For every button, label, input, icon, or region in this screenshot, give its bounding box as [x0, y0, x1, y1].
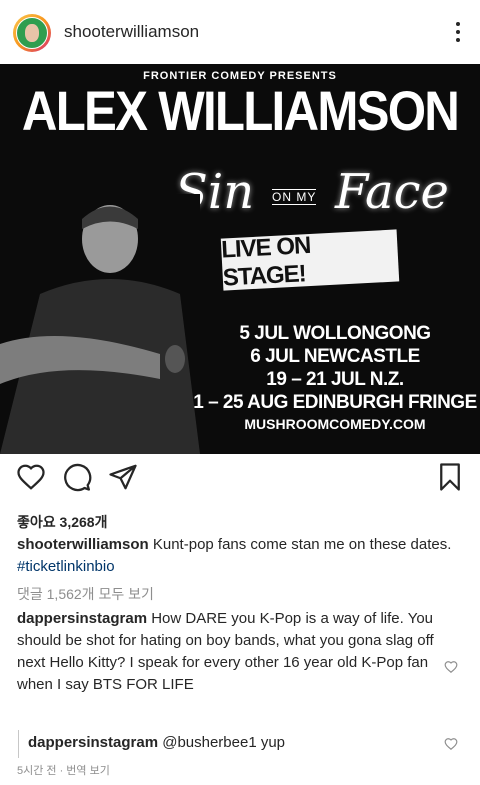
reply-username[interactable]: dappersinstagram [28, 734, 158, 751]
reply-text: @busherbee1 yup [158, 734, 286, 751]
share-icon[interactable] [108, 462, 138, 492]
poster-website: MUSHROOMCOMEDY.COM [244, 416, 426, 432]
more-options-icon[interactable] [456, 22, 462, 46]
caption-hashtag[interactable]: #ticketlinkinbio [17, 558, 115, 575]
live-on-stage-badge: LIVE ON STAGE! [221, 229, 400, 292]
comment-like-heart-icon[interactable] [444, 660, 458, 674]
likes-count[interactable]: 좋아요 3,268개 [17, 512, 107, 532]
post-header: shooterwilliamson [0, 0, 480, 64]
tour-date: 1 – 25 AUG EDINBURGH FRINGE [193, 392, 477, 413]
view-all-comments-link[interactable]: 댓글 1,562개 모두 보기 [17, 584, 154, 604]
comment-username[interactable]: dappersinstagram [17, 610, 147, 627]
post-caption: shooterwilliamson Kunt-pop fans come sta… [17, 534, 462, 578]
poster-script-face: Face [335, 164, 449, 220]
tour-date: 19 – 21 JUL N.Z. [266, 369, 404, 390]
bookmark-icon[interactable] [436, 462, 464, 492]
poster-title: ALEX WILLIAMSON [21, 79, 460, 142]
tour-date: 5 JUL WOLLONGONG [239, 323, 431, 344]
comment: dappersinstagram How DARE you K-Pop is a… [17, 608, 447, 696]
caption-username[interactable]: shooterwilliamson [17, 536, 149, 553]
performer-photo [0, 194, 200, 454]
heart-icon[interactable] [16, 462, 46, 492]
tour-dates: 5 JUL WOLLONGONG 6 JUL NEWCASTLE 19 – 21… [190, 322, 480, 414]
avatar[interactable] [13, 14, 51, 52]
username-link[interactable]: shooterwilliamson [64, 22, 199, 42]
post-image[interactable]: FRONTIER COMEDY PRESENTS ALEX WILLIAMSON… [0, 64, 480, 454]
poster-script-on-my: ON MY [272, 189, 317, 205]
post-timestamp[interactable]: 5시간 전 · 번역 보기 [17, 762, 110, 778]
reply-thread-line [18, 730, 19, 758]
action-bar [0, 454, 480, 506]
comment-icon[interactable] [62, 462, 92, 492]
reply-comment: dappersinstagram @busherbee1 yup [28, 732, 285, 754]
reply-like-heart-icon[interactable] [444, 737, 458, 751]
tour-date: 6 JUL NEWCASTLE [250, 346, 420, 367]
caption-text: Kunt-pop fans come stan me on these date… [148, 536, 452, 553]
